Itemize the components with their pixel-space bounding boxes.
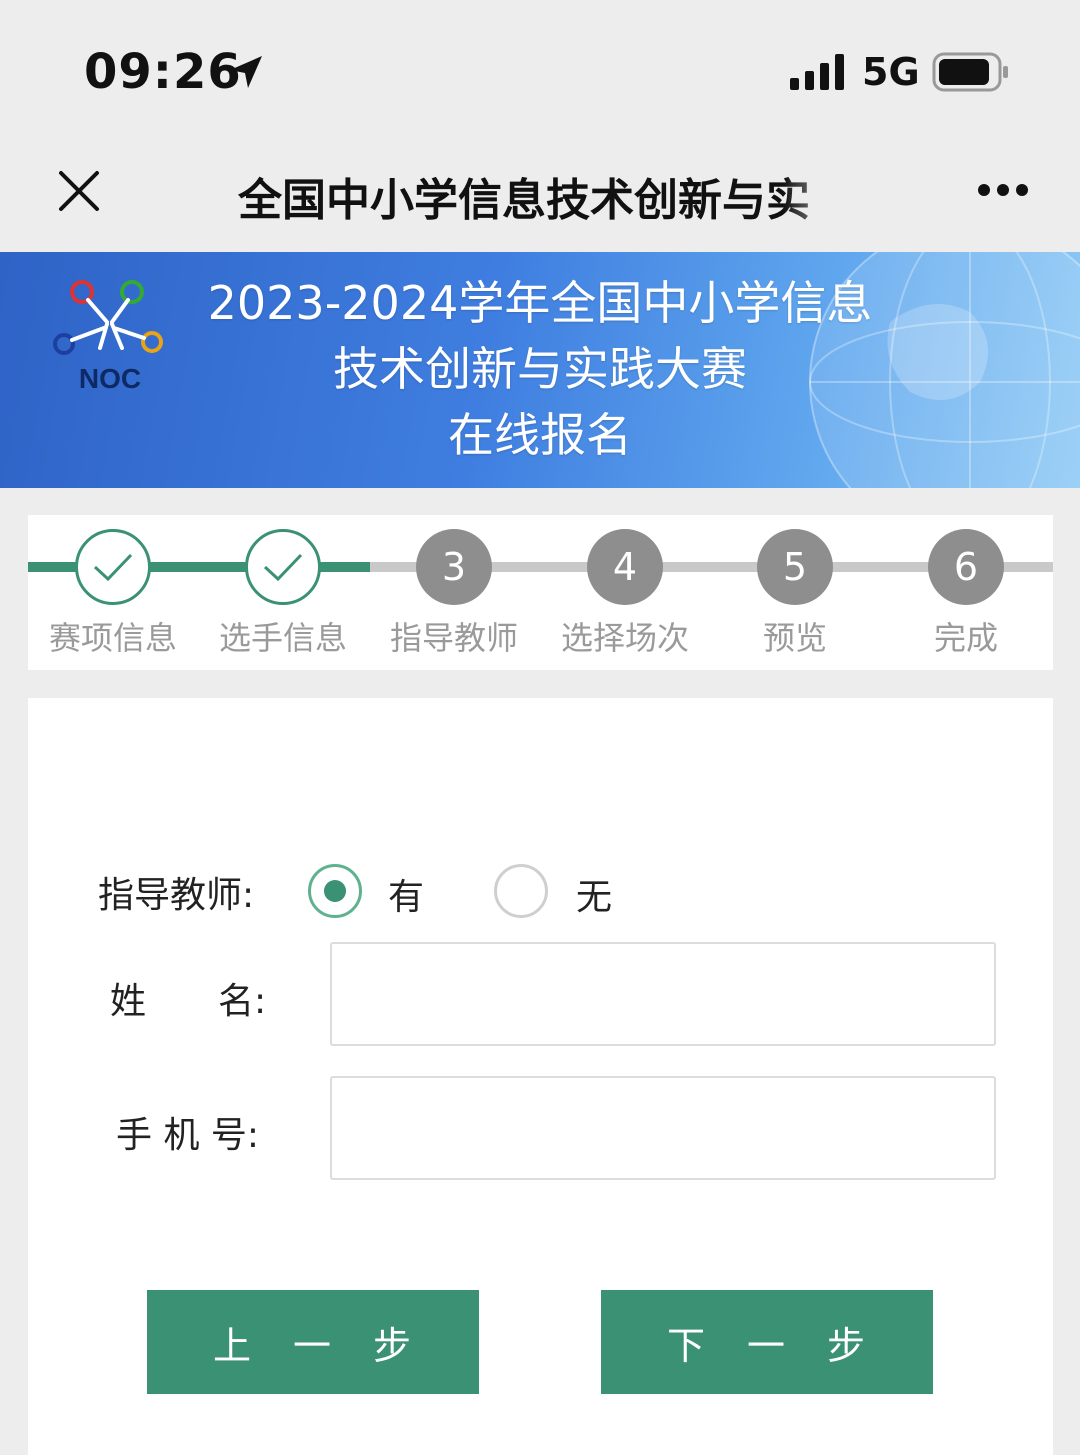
banner-title-line2: 技术创新与实践大赛 <box>333 342 747 396</box>
step-6-number: 6 <box>928 529 1004 605</box>
step-1-label: 赛项信息 <box>48 619 177 657</box>
banner: NOC 2023-2024学年全国中小学信息 技术创新与实践大赛 在线报名 <box>0 252 1080 488</box>
step-2: 选手信息 <box>198 529 368 659</box>
step-6: 6 完成 <box>881 529 1051 659</box>
progress-stepper: 赛项信息 选手信息 3 指导教师 4 选择场次 5 预览 6 完成 <box>28 515 1053 670</box>
signal-icon <box>790 54 844 90</box>
step-5-label: 预览 <box>762 619 827 657</box>
close-icon[interactable] <box>58 170 100 212</box>
step-3-label: 指导教师 <box>389 619 518 657</box>
teacher-label: 指导教师: <box>98 875 255 916</box>
name-input[interactable] <box>330 942 996 1046</box>
step-1-check-icon <box>75 529 151 605</box>
battery-icon <box>932 52 1008 92</box>
network-type: 5G <box>862 50 920 94</box>
step-2-label: 选手信息 <box>218 619 347 657</box>
next-step-button[interactable]: 下 一 步 <box>601 1290 933 1394</box>
step-4-label: 选择场次 <box>560 619 689 657</box>
banner-title: 2023-2024学年全国中小学信息 技术创新与实践大赛 在线报名 <box>0 270 1080 468</box>
name-label: 姓 名: <box>110 981 267 1022</box>
nav-bar: 全国中小学信息技术创新与实 <box>0 130 1080 252</box>
radio-yes-label[interactable]: 有 <box>388 868 424 920</box>
radio-no-label[interactable]: 无 <box>576 868 612 920</box>
step-5-number: 5 <box>757 529 833 605</box>
step-1: 赛项信息 <box>28 529 198 659</box>
banner-title-line1: 2023-2024学年全国中小学信息 <box>207 276 873 330</box>
location-arrow-icon <box>230 56 262 88</box>
page-title: 全国中小学信息技术创新与实 <box>238 175 810 226</box>
phone-label: 手 机 号: <box>116 1115 260 1156</box>
step-5: 5 预览 <box>710 529 880 659</box>
banner-title-line3: 在线报名 <box>448 408 632 462</box>
step-3: 3 指导教师 <box>369 529 539 659</box>
phone-input[interactable] <box>330 1076 996 1180</box>
step-6-label: 完成 <box>933 619 998 657</box>
more-icon[interactable] <box>976 182 1030 198</box>
radio-no[interactable] <box>494 864 548 918</box>
status-bar: 09:26 5G <box>0 0 1080 130</box>
status-time: 09:26 <box>84 44 242 100</box>
step-4: 4 选择场次 <box>540 529 710 659</box>
step-2-check-icon <box>245 529 321 605</box>
radio-yes[interactable] <box>308 864 362 918</box>
step-3-number: 3 <box>416 529 492 605</box>
step-4-number: 4 <box>587 529 663 605</box>
prev-step-button[interactable]: 上 一 步 <box>147 1290 479 1394</box>
teacher-form: 指导教师: 有 无 姓 名: 手 机 号: 上 一 步 下 一 步 <box>28 698 1053 1455</box>
